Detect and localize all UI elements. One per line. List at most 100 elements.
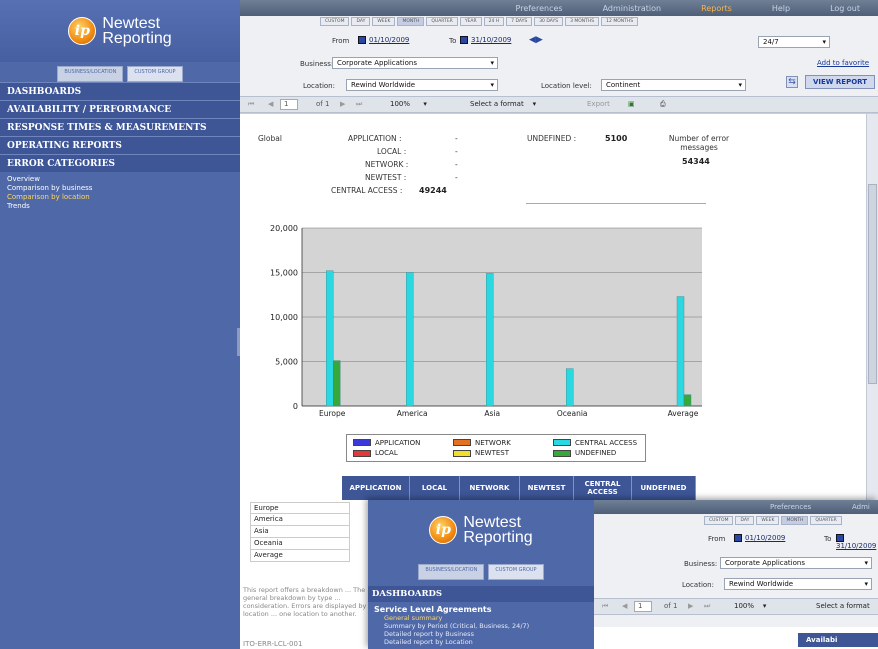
format-select[interactable]: Select a format — [816, 602, 870, 610]
mode-business-location-button[interactable]: BUSINESS/LOCATION — [418, 564, 485, 580]
overlay-item-general-summary[interactable]: General summary — [374, 614, 588, 622]
from-date[interactable]: 01/10/2009 — [358, 36, 409, 44]
first-page-icon[interactable]: ⏮ — [248, 100, 254, 109]
period-7days[interactable]: 7 DAYS — [506, 17, 533, 26]
zoom-select[interactable]: 100% ▾ — [390, 100, 450, 108]
x-tick-label: Asia — [484, 409, 500, 418]
y-tick-label: 5,000 — [275, 358, 298, 367]
menu-administration[interactable]: Administration — [603, 4, 662, 13]
to-date[interactable]: 31/10/2009 — [836, 534, 878, 550]
mode-custom-group-button[interactable]: CUSTOM GROUP — [488, 564, 544, 580]
logo-icon: ip — [68, 17, 97, 45]
refresh-icon[interactable]: ▣ — [628, 100, 635, 108]
period-custom[interactable]: CUSTOM — [320, 17, 350, 26]
period-custom[interactable]: CUSTOM — [704, 516, 734, 525]
overlay-report-area: Availabi — [594, 627, 878, 649]
calendar-icon[interactable] — [836, 534, 844, 542]
menu-logout[interactable]: Log out — [830, 4, 860, 13]
from-date[interactable]: 01/10/2009 — [734, 534, 785, 542]
overlay-item-report-location[interactable]: Detailed report by Location — [374, 638, 588, 646]
sidebar-item-comparison-location[interactable]: Comparison by location — [7, 193, 233, 202]
overlay-group-title[interactable]: Service Level Agreements — [374, 605, 588, 614]
period-12months[interactable]: 12 MONTHS — [601, 17, 639, 26]
period-day[interactable]: DAY — [351, 17, 371, 26]
period-day[interactable]: DAY — [735, 516, 755, 525]
error-count-label: Number of error messages — [668, 134, 730, 152]
period-quarter[interactable]: QUARTER — [426, 17, 458, 26]
business-select[interactable]: Corporate Applications — [720, 557, 872, 569]
menu-reports[interactable]: Reports — [701, 4, 732, 13]
chart-legend: APPLICATION NETWORK CENTRAL ACCESS LOCAL NEW… — [346, 434, 646, 462]
period-30days[interactable]: 30 DAYS — [534, 17, 564, 26]
page-input[interactable]: 1 — [280, 99, 298, 110]
next-page-icon[interactable]: ▶ — [340, 100, 345, 108]
sidebar-item-overview[interactable]: Overview — [7, 175, 233, 184]
sidebar-category-error-categories[interactable]: ERROR CATEGORIES — [0, 154, 240, 172]
calendar-icon[interactable] — [358, 36, 366, 44]
export-link[interactable]: Export — [587, 100, 610, 108]
table-header: APPLICATION LOCAL NETWORK NEWTEST CENTRAL AC… — [342, 476, 696, 500]
format-select[interactable]: Select a format ▾ — [470, 100, 582, 108]
last-page-icon[interactable]: ⏭ — [356, 100, 362, 109]
page-input[interactable]: 1 — [634, 601, 652, 612]
view-report-button[interactable]: VIEW REPORT — [805, 75, 875, 89]
period-week[interactable]: WEEK — [756, 516, 780, 525]
legend-label: APPLICATION — [375, 438, 421, 447]
scrollbar-thumb[interactable] — [868, 184, 877, 384]
add-to-favorite-link[interactable]: Add to favorite — [817, 59, 869, 67]
location-level-select[interactable]: Continent — [601, 79, 746, 91]
period-week[interactable]: WEEK — [372, 17, 396, 26]
location-select[interactable]: Rewind Worldwide — [346, 79, 498, 91]
sidebar-item-comparison-business[interactable]: Comparison by business — [7, 184, 233, 193]
mode-custom-group-button[interactable]: CUSTOM GROUP — [127, 66, 183, 82]
mode-business-location-button[interactable]: BUSINESS/LOCATION — [57, 66, 124, 82]
divider — [526, 203, 706, 204]
zoom-select[interactable]: 100% ▾ — [734, 602, 766, 610]
legend-item: UNDEFINED — [553, 449, 653, 459]
menu-preferences[interactable]: Preferences — [516, 4, 563, 13]
schedule-select[interactable]: 24/7 — [758, 36, 830, 48]
overlay-top-menu: Preferences Admi — [594, 500, 878, 514]
period-selector: CUSTOM DAY WEEK MONTH QUARTER YEAR 24 H … — [320, 17, 639, 26]
overlay-category-dashboards[interactable]: DASHBOARDS — [368, 586, 594, 602]
sidebar-category-operating-reports[interactable]: OPERATING REPORTS — [0, 136, 240, 154]
to-date[interactable]: 31/10/2009 — [460, 36, 511, 44]
last-page-icon[interactable]: ⏭ — [704, 602, 710, 611]
menu-preferences[interactable]: Preferences — [770, 503, 811, 511]
overlay-item-summary-period[interactable]: Summary by Period (Critical, Business, 2… — [374, 622, 588, 630]
bar-central-access — [566, 368, 574, 407]
menu-help[interactable]: Help — [772, 4, 790, 13]
table-header-cell: UNDEFINED — [632, 476, 696, 500]
table-header-cell: NEWTEST — [520, 476, 574, 500]
period-quarter[interactable]: QUARTER — [810, 516, 842, 525]
overlay-window: ip Newtest Reporting BUSINESS/LOCATION C… — [368, 500, 878, 649]
sidebar-category-response-times[interactable]: RESPONSE TIMES & MEASUREMENTS — [0, 118, 240, 136]
first-page-icon[interactable]: ⏮ — [602, 602, 608, 611]
print-icon[interactable]: ⎙ — [660, 100, 666, 109]
period-year[interactable]: YEAR — [459, 17, 482, 26]
calendar-icon[interactable] — [734, 534, 742, 542]
business-select[interactable]: Corporate Applications — [332, 57, 498, 69]
period-month[interactable]: MONTH — [397, 17, 425, 26]
y-tick-label: 15,000 — [270, 269, 298, 278]
sidebar-category-availability[interactable]: AVAILABILITY / PERFORMANCE — [0, 100, 240, 118]
compare-icon[interactable]: ⇆ — [786, 76, 798, 88]
sidebar-item-trends[interactable]: Trends — [7, 202, 233, 211]
legend-label: NETWORK — [475, 438, 511, 447]
prev-page-icon[interactable]: ◀ — [622, 602, 627, 610]
next-page-icon[interactable]: ▶ — [688, 602, 693, 610]
bar-undefined — [683, 394, 692, 407]
prev-page-icon[interactable]: ◀ — [268, 100, 273, 108]
sidebar-category-dashboards[interactable]: DASHBOARDS — [0, 82, 240, 100]
period-month[interactable]: MONTH — [781, 516, 809, 525]
overlay-item-report-business[interactable]: Detailed report by Business — [374, 630, 588, 638]
top-menu: Preferences Administration Reports Help … — [240, 0, 878, 16]
table-header-cell: CENTRAL ACCESS — [574, 476, 632, 500]
location-select[interactable]: Rewind Worldwide — [724, 578, 872, 590]
date-nav-arrows-icon[interactable]: ◀▶ — [529, 35, 543, 45]
menu-administration[interactable]: Admi — [852, 503, 870, 511]
period-24h[interactable]: 24 H — [483, 17, 505, 26]
period-3months[interactable]: 3 MONTHS — [565, 17, 600, 26]
calendar-icon[interactable] — [460, 36, 468, 44]
network-label: NETWORK : — [365, 160, 409, 169]
